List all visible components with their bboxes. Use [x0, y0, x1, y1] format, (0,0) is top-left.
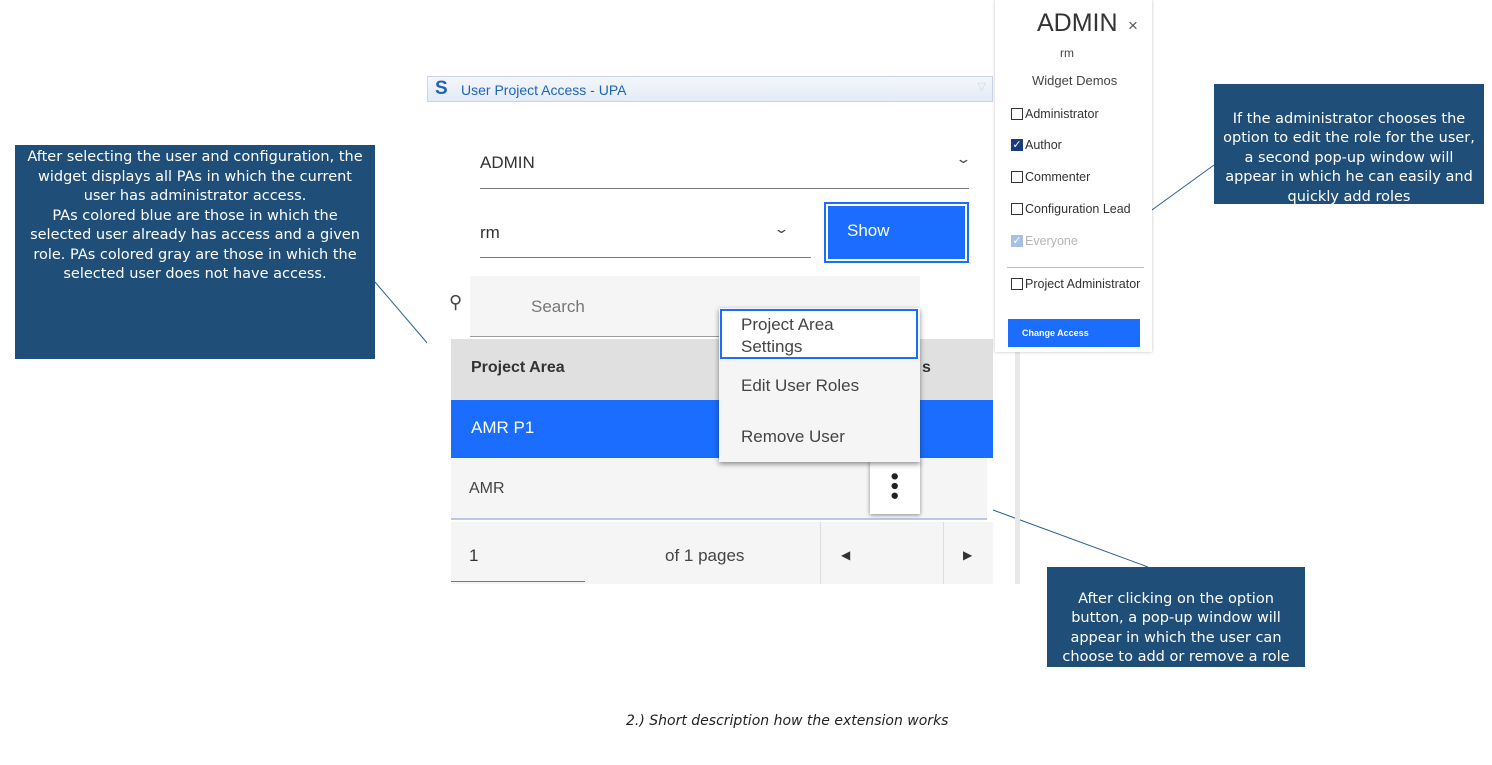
role-label: Configuration Lead [1025, 202, 1131, 216]
checkbox-icon [1011, 108, 1023, 120]
row-label: AMR P1 [471, 418, 535, 437]
row-label: AMR [469, 480, 505, 497]
divider [820, 522, 821, 584]
popup-project: Widget Demos [1032, 73, 1118, 88]
menu-item-label: Project Area Settings [741, 315, 834, 356]
next-page-icon[interactable]: ▶ [963, 548, 972, 562]
checkbox-icon [1011, 203, 1023, 215]
right-callout-arrow [1143, 164, 1215, 217]
bottom-callout: After clicking on the option button, a p… [1047, 567, 1305, 667]
popup-user: rm [1060, 46, 1074, 60]
show-button[interactable]: Show [828, 206, 965, 259]
page-count: of 1 pages [665, 546, 745, 565]
kebab-icon: ••• [882, 472, 908, 502]
popup-title: ADMIN [1037, 9, 1118, 37]
chevron-down-icon: ⌄ [955, 151, 972, 166]
role-label: Project Administrator [1025, 277, 1141, 291]
config-select[interactable]: rm ⌄ [480, 221, 811, 258]
column-header-project-area[interactable]: Project Area [471, 359, 565, 377]
page-number-underline [451, 581, 585, 582]
checkbox-icon [1011, 278, 1023, 290]
right-callout: If the administrator chooses the option … [1214, 84, 1484, 205]
search-placeholder: Search [531, 297, 585, 316]
divider [1007, 267, 1144, 268]
checkbox-disabled-icon: ✓ [1011, 235, 1023, 247]
widget-header: S User Project Access - UPA ▽ [427, 76, 993, 102]
close-icon[interactable]: × [1128, 16, 1138, 36]
widget-logo: S [435, 78, 448, 99]
widget-title: User Project Access - UPA [461, 82, 627, 98]
more-options-button[interactable]: ••• [870, 460, 920, 514]
search-icon: ⚲ [449, 292, 463, 312]
user-select-value: ADMIN [480, 153, 535, 172]
left-callout: After selecting the user and configurati… [15, 145, 375, 359]
menu-item-remove-user[interactable]: Remove User [741, 426, 845, 448]
right-callout-text: If the administrator chooses the option … [1223, 110, 1475, 205]
page-number-input[interactable]: 1 [469, 546, 478, 566]
role-label: Author [1025, 138, 1062, 152]
column-header-partial: s [922, 359, 931, 376]
change-access-button[interactable]: Change Access [1008, 319, 1140, 347]
role-label: Commenter [1025, 170, 1091, 184]
divider [943, 522, 944, 584]
checkbox-icon [1011, 171, 1023, 183]
role-label: Everyone [1025, 234, 1078, 248]
collapse-icon[interactable]: ▽ [978, 80, 986, 93]
prev-page-icon[interactable]: ◀ [841, 548, 850, 562]
left-callout-text: After selecting the user and configurati… [27, 149, 363, 282]
role-label: Administrator [1025, 107, 1099, 121]
bottom-callout-text: After clicking on the option button, a p… [1062, 590, 1290, 666]
menu-item-edit-user-roles[interactable]: Edit User Roles [741, 375, 859, 397]
checkbox-checked-icon: ✓ [1011, 139, 1023, 151]
user-select[interactable]: ADMIN ⌄ [480, 151, 972, 189]
config-select-value: rm [480, 223, 500, 242]
chevron-down-icon: ⌄ [773, 221, 790, 236]
slide-caption: 2.) Short description how the extension … [626, 713, 949, 729]
